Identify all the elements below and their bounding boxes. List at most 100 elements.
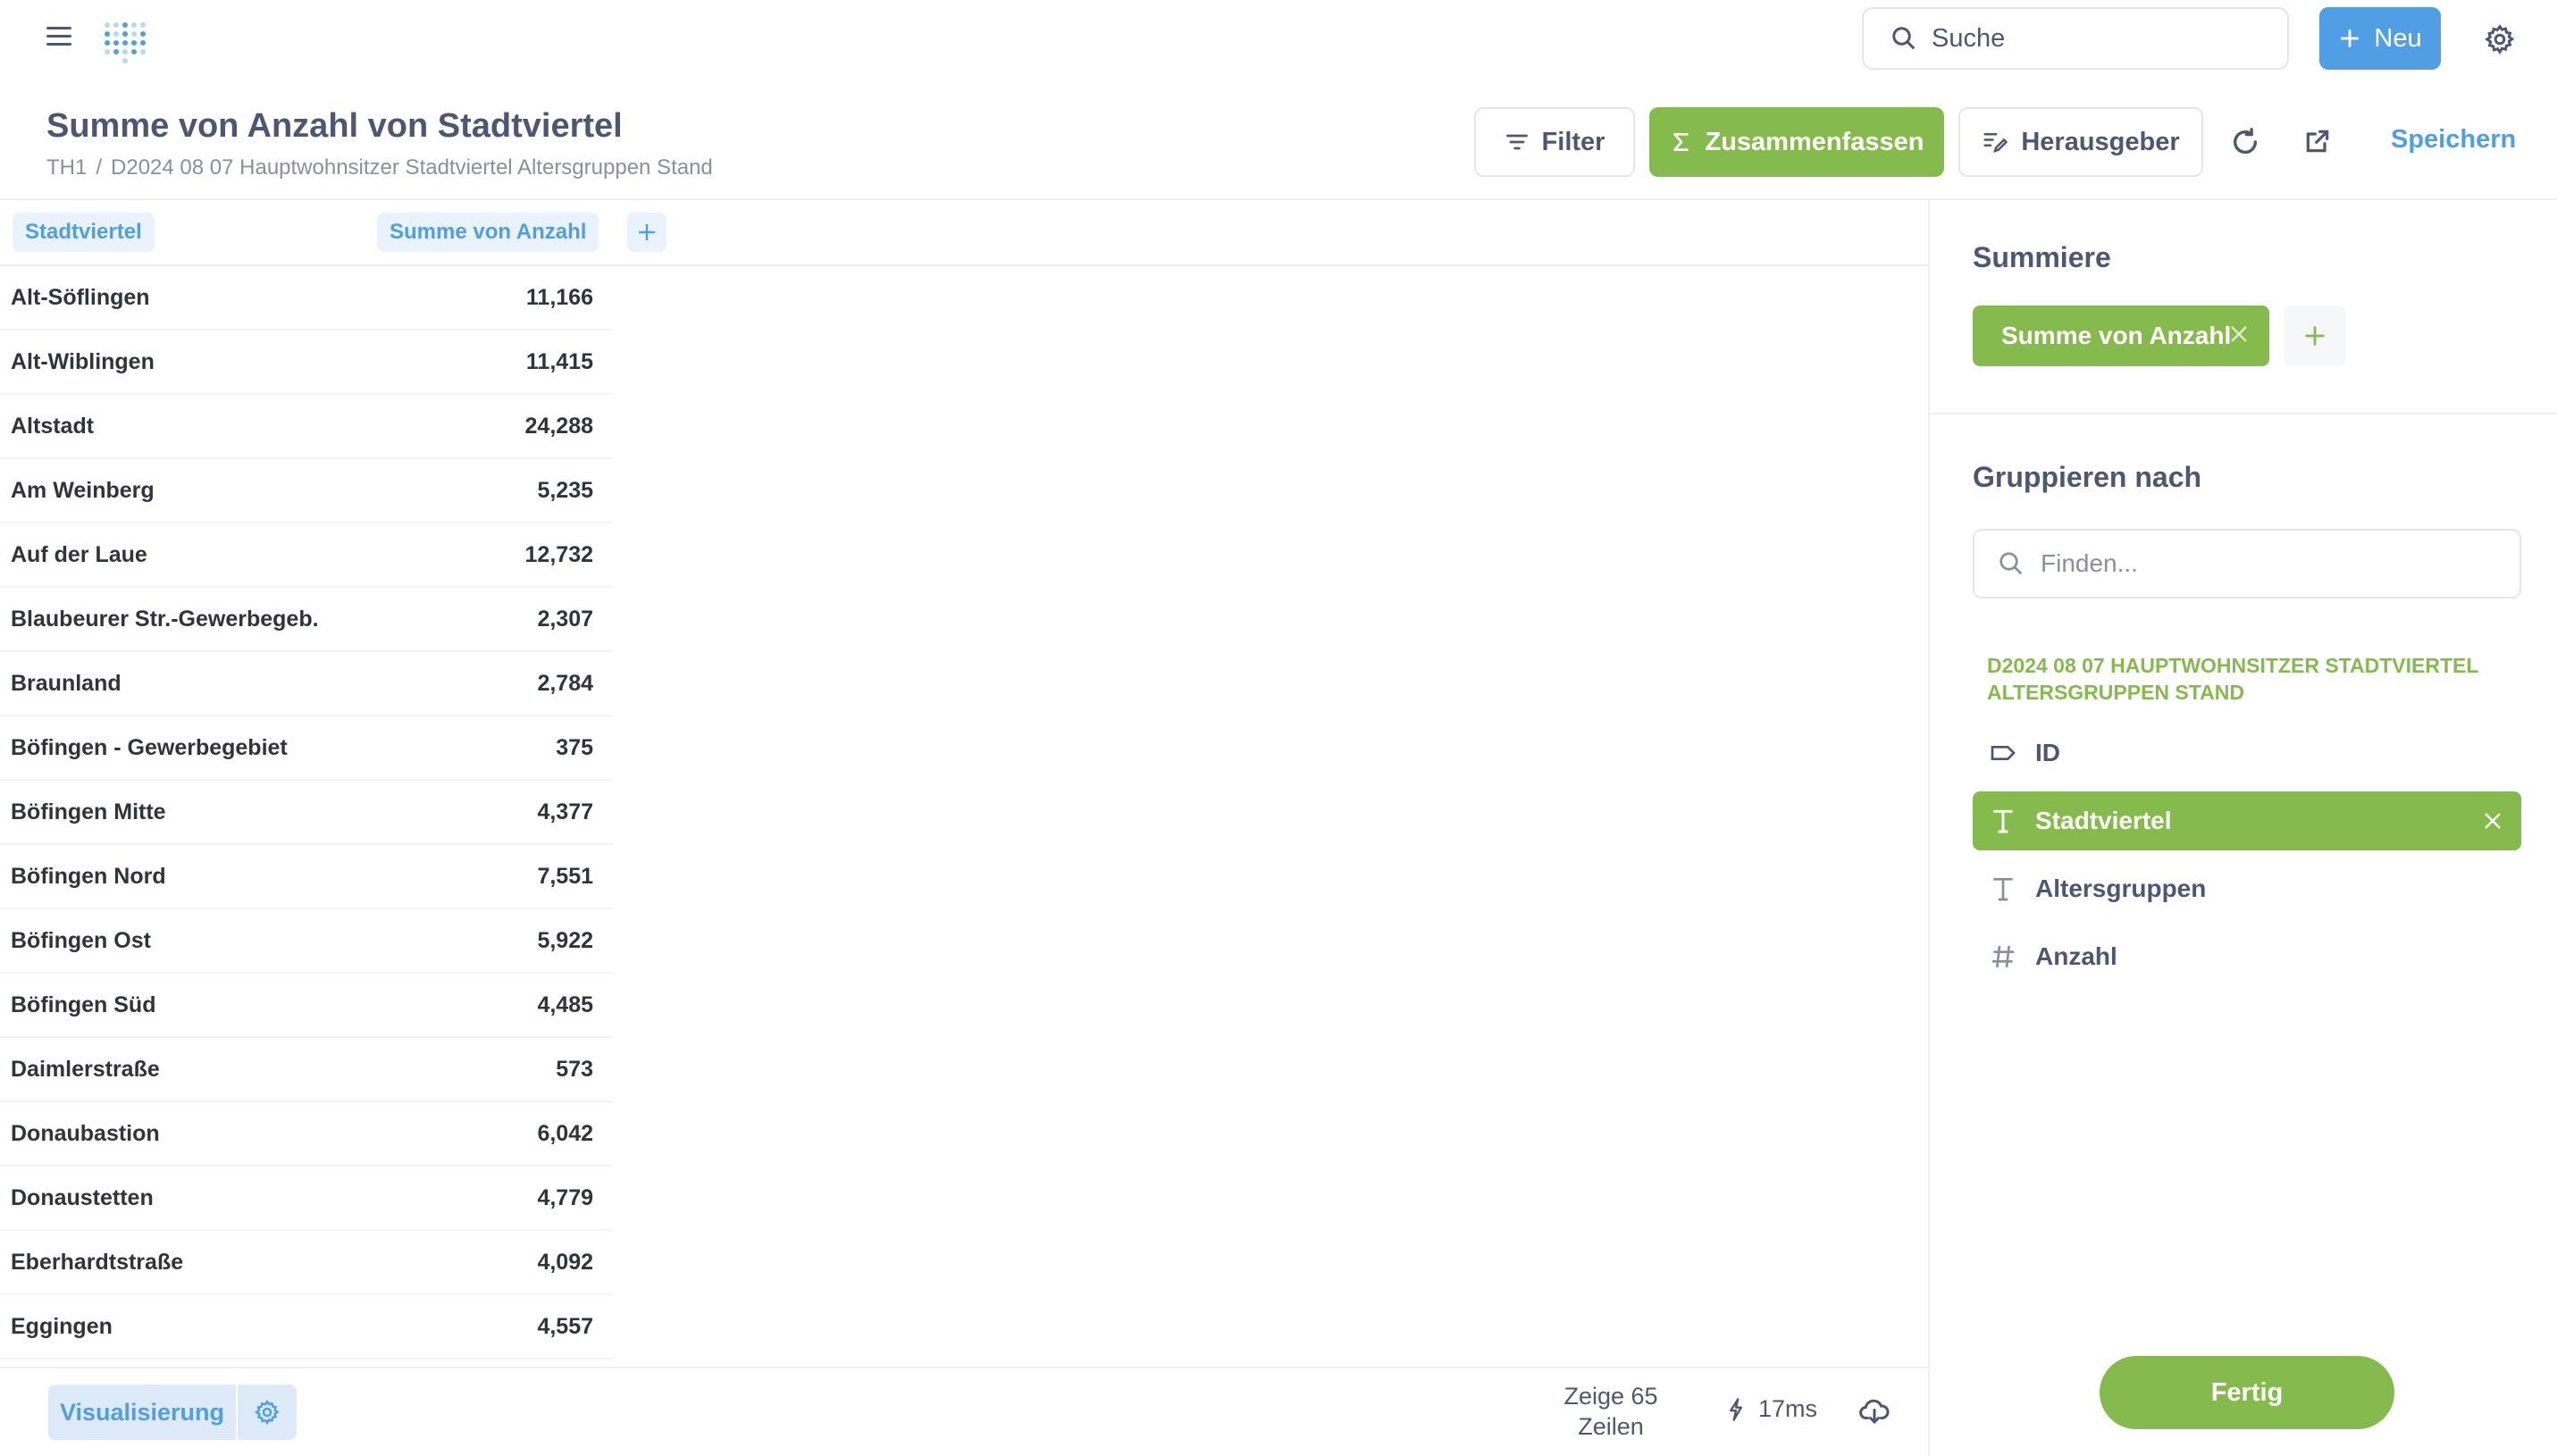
settings-gear-icon[interactable] bbox=[2484, 23, 2516, 55]
label-icon bbox=[1991, 746, 2016, 760]
cell-summe[interactable]: 6,042 bbox=[537, 1121, 593, 1147]
table-row[interactable]: Altstadt 24,288 bbox=[0, 395, 613, 459]
breadcrumb: TH1/D2024 08 07 Hauptwohnsitzer Stadtvie… bbox=[46, 155, 713, 180]
cell-stadtviertel[interactable]: Auf der Laue bbox=[11, 542, 147, 568]
table-row[interactable]: Böfingen Mitte 4,377 bbox=[0, 781, 613, 845]
cell-summe[interactable]: 4,485 bbox=[537, 992, 593, 1018]
number-icon bbox=[1992, 945, 2014, 968]
footer-divider bbox=[0, 1367, 1928, 1368]
cell-summe[interactable]: 11,415 bbox=[526, 349, 593, 375]
external-link-icon[interactable] bbox=[2303, 127, 2332, 155]
new-button-label: Neu bbox=[2374, 23, 2422, 53]
cell-summe[interactable]: 2,307 bbox=[537, 607, 593, 632]
cell-summe[interactable]: 12,732 bbox=[525, 542, 593, 568]
field-stadtviertel[interactable]: Stadtviertel bbox=[1973, 791, 2521, 850]
cell-stadtviertel[interactable]: Böfingen - Gewerbegebiet bbox=[11, 735, 288, 761]
refresh-icon[interactable] bbox=[2230, 127, 2260, 157]
cell-summe[interactable]: 7,551 bbox=[537, 864, 593, 890]
table-row[interactable]: Blaubeurer Str.-Gewerbegeb. 2,307 bbox=[0, 588, 613, 652]
cell-stadtviertel[interactable]: Blaubeurer Str.-Gewerbegeb. bbox=[11, 607, 319, 632]
cell-summe[interactable]: 5,922 bbox=[537, 928, 593, 954]
cell-summe[interactable]: 4,092 bbox=[537, 1250, 593, 1276]
cell-summe[interactable]: 5,235 bbox=[537, 478, 593, 504]
field-id[interactable]: ID bbox=[1973, 724, 2521, 782]
plus-icon bbox=[2341, 29, 2360, 47]
timing-value: 17ms bbox=[1758, 1395, 1818, 1422]
cell-stadtviertel[interactable]: Eberhardtstraße bbox=[11, 1250, 183, 1276]
table-row[interactable]: Am Weinberg 5,235 bbox=[0, 459, 613, 523]
save-button[interactable]: Speichern bbox=[2391, 125, 2516, 155]
cell-stadtviertel[interactable]: Böfingen Nord bbox=[11, 864, 166, 890]
editor-button[interactable]: Herausgeber bbox=[1958, 107, 2203, 177]
cell-stadtviertel[interactable]: Altstadt bbox=[11, 414, 94, 439]
field-anzahl[interactable]: Anzahl bbox=[1973, 927, 2521, 986]
text-icon bbox=[1993, 809, 2013, 833]
filter-button[interactable]: Filter bbox=[1474, 107, 1635, 177]
search-icon bbox=[1999, 552, 2023, 575]
column-header-stadtviertel[interactable]: Stadtviertel bbox=[13, 213, 155, 252]
remove-grouping-icon[interactable] bbox=[2482, 810, 2503, 832]
cell-summe[interactable]: 2,784 bbox=[537, 671, 593, 697]
cell-stadtviertel[interactable]: Daimlerstraße bbox=[11, 1057, 160, 1083]
cell-summe[interactable]: 4,377 bbox=[537, 799, 593, 825]
table-row[interactable]: Böfingen Nord 7,551 bbox=[0, 845, 613, 909]
cell-summe[interactable]: 24,288 bbox=[525, 414, 593, 439]
table-row[interactable]: Böfingen Süd 4,485 bbox=[0, 974, 613, 1038]
download-cloud-icon[interactable] bbox=[1858, 1395, 1891, 1427]
breadcrumb-collection[interactable]: TH1 bbox=[46, 155, 87, 180]
cell-stadtviertel[interactable]: Alt-Söflingen bbox=[11, 285, 150, 311]
find-field-input[interactable] bbox=[2041, 549, 2487, 578]
group-by-section-title: Gruppieren nach bbox=[1973, 461, 2202, 493]
visualization-settings-button[interactable] bbox=[238, 1385, 297, 1440]
add-column-button[interactable] bbox=[627, 213, 666, 252]
cell-stadtviertel[interactable]: Donaustetten bbox=[11, 1185, 154, 1211]
table-row[interactable]: Eggingen 4,557 bbox=[0, 1295, 613, 1360]
row-count-line2: Zeilen bbox=[1578, 1413, 1644, 1440]
search-label: Suche bbox=[1932, 23, 2006, 53]
table-row[interactable]: Daimlerstraße 573 bbox=[0, 1038, 613, 1102]
row-count-line1: Zeige 65 bbox=[1564, 1383, 1658, 1410]
cell-stadtviertel[interactable]: Braunland bbox=[11, 671, 122, 697]
cell-summe[interactable]: 375 bbox=[556, 735, 593, 761]
cell-summe[interactable]: 573 bbox=[556, 1057, 593, 1083]
metabase-logo[interactable] bbox=[96, 13, 150, 66]
cell-stadtviertel[interactable]: Eggingen bbox=[11, 1314, 113, 1340]
table-row[interactable]: Eberhardtstraße 4,092 bbox=[0, 1231, 613, 1295]
cell-stadtviertel[interactable]: Böfingen Mitte bbox=[11, 799, 166, 825]
cell-stadtviertel[interactable]: Alt-Wiblingen bbox=[11, 349, 155, 375]
query-timing: 17ms bbox=[1726, 1395, 1817, 1423]
table-row[interactable]: Auf der Laue 12,732 bbox=[0, 523, 613, 588]
table-row[interactable]: Donaustetten 4,779 bbox=[0, 1167, 613, 1231]
remove-metric-icon[interactable] bbox=[2228, 323, 2250, 345]
cell-stadtviertel[interactable]: Am Weinberg bbox=[11, 478, 155, 504]
table-row[interactable]: Braunland 2,784 bbox=[0, 652, 613, 716]
sigma-icon bbox=[1673, 133, 1689, 151]
visualization-button[interactable]: Visualisierung bbox=[48, 1385, 236, 1440]
summarize-button[interactable]: Zusammenfassen bbox=[1649, 107, 1944, 177]
metric-chip[interactable]: Summe von Anzahl bbox=[1973, 305, 2269, 366]
table-row[interactable]: Alt-Wiblingen 11,415 bbox=[0, 331, 613, 395]
find-field-box[interactable] bbox=[1973, 529, 2521, 598]
cell-stadtviertel[interactable]: Donaubastion bbox=[11, 1121, 160, 1147]
menu-icon[interactable] bbox=[46, 27, 71, 52]
breadcrumb-table[interactable]: D2024 08 07 Hauptwohnsitzer Stadtviertel… bbox=[111, 155, 713, 180]
summarize-button-label: Zusammenfassen bbox=[1705, 127, 1924, 156]
global-search[interactable]: Suche bbox=[1862, 7, 2289, 70]
cell-summe[interactable]: 11,166 bbox=[526, 285, 593, 311]
done-button[interactable]: Fertig bbox=[2100, 1356, 2394, 1429]
column-header-summe[interactable]: Summe von Anzahl bbox=[377, 213, 599, 252]
table-body: Alt-Söflingen 11,166 Alt-Wiblingen 11,415 Al… bbox=[0, 266, 613, 1360]
table-row[interactable]: Böfingen - Gewerbegebiet 375 bbox=[0, 716, 613, 781]
table-row[interactable]: Alt-Söflingen 11,166 bbox=[0, 266, 613, 331]
cell-summe[interactable]: 4,779 bbox=[537, 1185, 593, 1211]
add-metric-button[interactable] bbox=[2284, 305, 2346, 366]
field-altersgruppen[interactable]: Altersgruppen bbox=[1973, 859, 2521, 918]
sidebar-divider bbox=[1928, 200, 1930, 1456]
cell-stadtviertel[interactable]: Böfingen Ost bbox=[11, 928, 151, 954]
table-row[interactable]: Böfingen Ost 5,922 bbox=[0, 909, 613, 974]
cell-stadtviertel[interactable]: Böfingen Süd bbox=[11, 992, 155, 1018]
new-button[interactable]: Neu bbox=[2319, 7, 2441, 70]
table-row[interactable]: Donaubastion 6,042 bbox=[0, 1102, 613, 1167]
cell-summe[interactable]: 4,557 bbox=[537, 1314, 593, 1340]
text-icon bbox=[1993, 878, 2013, 901]
